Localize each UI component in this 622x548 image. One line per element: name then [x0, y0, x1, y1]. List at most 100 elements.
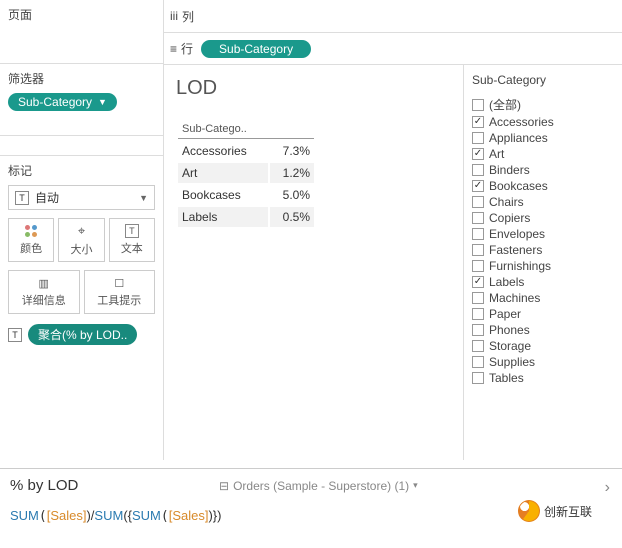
- datasource-label[interactable]: Orders (Sample - Superstore) (1): [233, 479, 409, 493]
- agg-pill[interactable]: 聚合(% by LOD..: [28, 324, 137, 345]
- filter-item-label: Appliances: [489, 131, 548, 145]
- filter-item[interactable]: Accessories: [472, 114, 614, 130]
- filter-item-label: Chairs: [489, 195, 524, 209]
- columns-shelf[interactable]: iii列: [164, 0, 622, 32]
- filter-item[interactable]: Supplies: [472, 354, 614, 370]
- checkbox[interactable]: [472, 244, 484, 256]
- marks-size-cell[interactable]: ⌖ 大小: [58, 218, 104, 262]
- filter-item-label: Binders: [489, 163, 530, 177]
- filters-shelf-title: 筛选器: [8, 70, 155, 87]
- checkbox[interactable]: [472, 99, 484, 111]
- filter-item[interactable]: Labels: [472, 274, 614, 290]
- checkbox[interactable]: [472, 212, 484, 224]
- row-label: Labels: [178, 207, 268, 227]
- filter-item[interactable]: Phones: [472, 322, 614, 338]
- columns-icon: iii: [170, 9, 178, 23]
- checkbox[interactable]: [472, 132, 484, 144]
- watermark-text: 创新互联: [544, 503, 592, 520]
- checkbox[interactable]: [472, 164, 484, 176]
- checkbox[interactable]: [472, 116, 484, 128]
- caret-down-icon: ▾: [413, 480, 418, 491]
- checkbox[interactable]: [472, 324, 484, 336]
- filter-item[interactable]: Tables: [472, 370, 614, 386]
- table-row[interactable]: Accessories7.3%: [178, 141, 314, 161]
- row-value: 5.0%: [270, 185, 314, 205]
- checkbox[interactable]: [472, 228, 484, 240]
- caret-down-icon: ▼: [139, 193, 148, 203]
- filter-item-label: Copiers: [489, 211, 530, 225]
- filter-item[interactable]: Bookcases: [472, 178, 614, 194]
- filter-item-label: Machines: [489, 291, 540, 305]
- datasource-icon: ⊟: [219, 479, 229, 493]
- viz-table: Sub-Catego.. Accessories7.3%Art1.2%Bookc…: [176, 118, 316, 229]
- field-sales: [Sales]: [47, 508, 87, 523]
- marks-type-select[interactable]: T 自动 ▼: [8, 185, 155, 210]
- quick-filter-panel: Sub-Category (全部)AccessoriesAppliancesAr…: [464, 65, 622, 460]
- watermark-icon: [518, 500, 540, 522]
- checkbox[interactable]: [472, 292, 484, 304]
- field-sales: [Sales]: [169, 508, 209, 523]
- checkbox[interactable]: [472, 180, 484, 192]
- fn-sum: SUM: [10, 508, 39, 523]
- checkbox[interactable]: [472, 340, 484, 352]
- row-label: Accessories: [178, 141, 268, 161]
- filter-item-label: Phones: [489, 323, 530, 337]
- filter-item[interactable]: Storage: [472, 338, 614, 354]
- marks-text-cell[interactable]: T 文本: [109, 218, 155, 262]
- filter-item[interactable]: Paper: [472, 306, 614, 322]
- row-label: Bookcases: [178, 185, 268, 205]
- filter-item[interactable]: Fasteners: [472, 242, 614, 258]
- filter-item[interactable]: Binders: [472, 162, 614, 178]
- filter-item-label: (全部): [489, 96, 521, 113]
- rows-label: 行: [181, 40, 193, 57]
- checkbox[interactable]: [472, 276, 484, 288]
- filter-pill-subcategory[interactable]: Sub-Category ▼: [8, 93, 117, 111]
- rows-icon: ≡: [170, 42, 177, 56]
- row-pill-subcategory[interactable]: Sub-Category: [201, 40, 311, 58]
- fn-sum: SUM: [94, 508, 123, 523]
- filter-item-label: Furnishings: [489, 259, 551, 273]
- filter-item-label: Envelopes: [489, 227, 545, 241]
- table-row[interactable]: Art1.2%: [178, 163, 314, 183]
- viz-title[interactable]: LOD: [176, 77, 451, 100]
- checkbox[interactable]: [472, 308, 484, 320]
- viz-table-header: Sub-Catego..: [178, 120, 314, 139]
- row-value: 7.3%: [270, 141, 314, 161]
- filter-item-label: Labels: [489, 275, 524, 289]
- marks-detail-label: 详细信息: [22, 292, 66, 308]
- checkbox[interactable]: [472, 196, 484, 208]
- checkbox[interactable]: [472, 148, 484, 160]
- filter-item[interactable]: Art: [472, 146, 614, 162]
- rows-shelf[interactable]: ≡ 行 Sub-Category: [164, 32, 622, 64]
- filter-item[interactable]: Appliances: [472, 130, 614, 146]
- checkbox[interactable]: [472, 372, 484, 384]
- filter-item[interactable]: Machines: [472, 290, 614, 306]
- marks-tooltip-cell[interactable]: ☐ 工具提示: [84, 270, 156, 314]
- filter-item[interactable]: Copiers: [472, 210, 614, 226]
- marks-type-label: 自动: [35, 189, 59, 206]
- table-row[interactable]: Bookcases5.0%: [178, 185, 314, 205]
- fn-sum: SUM: [132, 508, 161, 523]
- filter-item[interactable]: Envelopes: [472, 226, 614, 242]
- calc-name-input[interactable]: [10, 477, 209, 494]
- marks-detail-cell[interactable]: ▥ 详细信息: [8, 270, 80, 314]
- row-value: 0.5%: [270, 207, 314, 227]
- filter-item[interactable]: Furnishings: [472, 258, 614, 274]
- marks-color-cell[interactable]: 颜色: [8, 218, 54, 262]
- table-row[interactable]: Labels0.5%: [178, 207, 314, 227]
- caret-down-icon: ▼: [98, 97, 107, 107]
- quick-filter-title: Sub-Category: [472, 73, 614, 87]
- filter-item-label: Supplies: [489, 355, 535, 369]
- marks-color-label: 颜色: [20, 240, 42, 256]
- expand-arrow-icon[interactable]: ›: [605, 479, 610, 497]
- row-value: 1.2%: [270, 163, 314, 183]
- filter-item-label: Bookcases: [489, 179, 548, 193]
- checkbox[interactable]: [472, 260, 484, 272]
- filter-item[interactable]: (全部): [472, 95, 614, 114]
- tooltip-icon: ☐: [114, 277, 124, 290]
- filter-item-label: Storage: [489, 339, 531, 353]
- filter-item[interactable]: Chairs: [472, 194, 614, 210]
- filter-item-label: Fasteners: [489, 243, 542, 257]
- checkbox[interactable]: [472, 356, 484, 368]
- size-icon: ⌖: [78, 223, 85, 239]
